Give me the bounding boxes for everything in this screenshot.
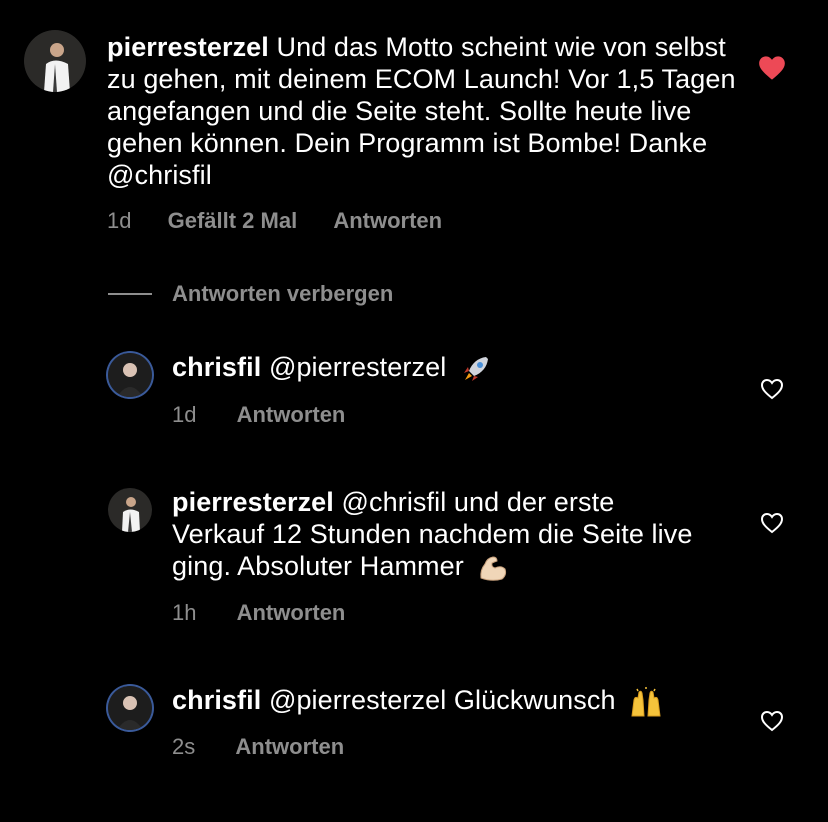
hide-replies-label: Antworten verbergen xyxy=(172,281,394,306)
reply-body: @pierresterzel Glückwunsch xyxy=(268,685,616,715)
heart-outline-icon[interactable] xyxy=(760,378,784,400)
heart-outline-icon[interactable] xyxy=(760,512,784,534)
reply-button[interactable]: Antworten xyxy=(237,402,346,428)
reply-username[interactable]: chrisfil xyxy=(172,352,261,382)
hide-replies-button[interactable]: Antworten verbergen xyxy=(108,281,393,307)
heart-filled-icon[interactable] xyxy=(758,55,786,81)
reply-username[interactable]: pierresterzel xyxy=(172,487,334,517)
avatar[interactable] xyxy=(108,686,152,730)
rocket-icon xyxy=(463,356,488,381)
reply-body: @pierresterzel xyxy=(268,352,447,382)
avatar[interactable] xyxy=(108,353,152,397)
raising-hands-icon xyxy=(631,686,661,717)
flexed-biceps-icon xyxy=(480,556,507,581)
reply-username[interactable]: chrisfil xyxy=(172,685,261,715)
divider-line xyxy=(108,293,152,295)
avatar[interactable] xyxy=(108,488,152,532)
reply-time: 1h xyxy=(172,600,197,625)
reply-text: chrisfil @pierresterzel Glückwunsch xyxy=(172,684,732,718)
reply-time: 2s xyxy=(172,734,196,759)
likes-count-link[interactable]: Gefällt 2 Mal xyxy=(168,208,298,234)
comment-time: 1d xyxy=(107,208,132,233)
reply-meta: 1h Antworten xyxy=(172,600,345,626)
comment-username[interactable]: pierresterzel xyxy=(107,32,269,62)
reply-time: 1d xyxy=(172,402,197,427)
reply-button[interactable]: Antworten xyxy=(237,600,346,626)
comment-text: pierresterzel Und das Motto scheint wie … xyxy=(107,31,747,191)
reply-button[interactable]: Antworten xyxy=(235,734,344,760)
comment-meta: 1d Gefällt 2 Mal Antworten xyxy=(107,208,442,234)
avatar[interactable] xyxy=(24,30,86,92)
reply-text: chrisfil @pierresterzel xyxy=(172,351,732,385)
reply-text: pierresterzel @chrisfil und der erste Ve… xyxy=(172,486,702,584)
reply-button[interactable]: Antworten xyxy=(333,208,442,234)
heart-outline-icon[interactable] xyxy=(760,710,784,732)
reply-meta: 2s Antworten xyxy=(172,734,344,760)
reply-meta: 1d Antworten xyxy=(172,402,345,428)
